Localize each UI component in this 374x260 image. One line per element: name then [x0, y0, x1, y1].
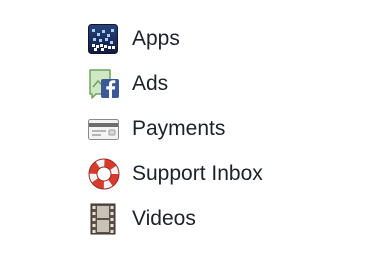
sidebar-item-ads[interactable]: Ads — [88, 61, 263, 106]
sidebar-menu: Apps Ads Payments Support Inbox Videos — [88, 16, 263, 241]
facebook-ads-icon — [88, 68, 120, 100]
sidebar-item-label: Payments — [132, 117, 226, 140]
sidebar-item-label: Ads — [132, 72, 169, 95]
apps-grid-icon — [88, 23, 120, 55]
film-strip-icon — [88, 203, 120, 235]
sidebar-item-apps[interactable]: Apps — [88, 16, 263, 61]
sidebar-item-label: Videos — [132, 207, 196, 230]
sidebar-item-payments[interactable]: Payments — [88, 106, 263, 151]
sidebar-item-support-inbox[interactable]: Support Inbox — [88, 151, 263, 196]
credit-card-icon — [88, 113, 120, 145]
sidebar-item-label: Support Inbox — [132, 162, 263, 185]
sidebar-item-label: Apps — [132, 27, 180, 50]
sidebar-item-videos[interactable]: Videos — [88, 196, 263, 241]
life-preserver-icon — [88, 158, 120, 190]
